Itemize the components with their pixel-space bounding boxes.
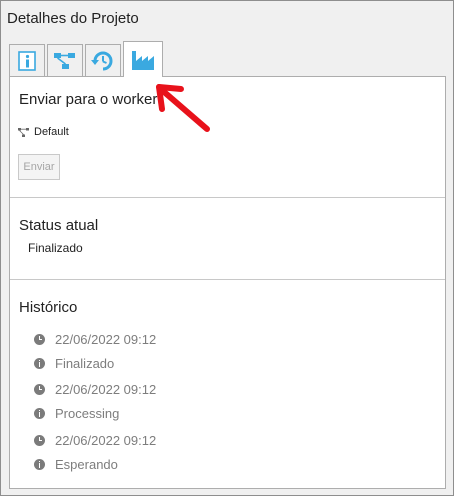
project-details-window: Detalhes do Projeto Enviar para o worker… — [0, 0, 454, 496]
history-icon — [91, 51, 113, 70]
details-panel: Enviar para o worker Default Enviar Stat… — [9, 76, 446, 489]
status-value: Finalizado — [28, 241, 83, 255]
workflow-icon — [18, 127, 29, 137]
history-time-row: 22/06/2022 09:12 — [34, 433, 156, 448]
divider — [10, 197, 445, 198]
history-time-row: 22/06/2022 09:12 — [34, 332, 156, 347]
factory-icon — [132, 50, 154, 70]
history-time: 22/06/2022 09:12 — [55, 332, 157, 347]
send-button[interactable]: Enviar — [18, 154, 60, 180]
history-status: Esperando — [55, 457, 118, 472]
history-status-row: Esperando — [34, 457, 118, 472]
send-section-title: Enviar para o worker — [19, 91, 158, 108]
history-time: 22/06/2022 09:12 — [55, 382, 157, 397]
history-status-row: Processing — [34, 406, 119, 421]
info-circle-icon — [34, 408, 45, 419]
annotation-arrow-icon — [156, 84, 210, 132]
clock-icon — [34, 435, 45, 446]
status-section-title: Status atual — [19, 217, 99, 234]
divider — [10, 279, 445, 280]
worker-name: Default — [34, 126, 69, 138]
history-section-title: Histórico — [19, 299, 78, 316]
window-title: Detalhes do Projeto — [7, 10, 139, 27]
clock-icon — [34, 334, 45, 345]
tab-workflow[interactable] — [47, 44, 83, 76]
info-icon — [18, 50, 36, 71]
tab-factory[interactable] — [123, 41, 163, 77]
clock-icon — [34, 384, 45, 395]
worker-item: Default — [18, 126, 69, 138]
workflow-icon — [54, 52, 75, 69]
tab-info[interactable] — [9, 44, 45, 76]
history-time: 22/06/2022 09:12 — [55, 433, 157, 448]
info-circle-icon — [34, 459, 45, 470]
info-circle-icon — [34, 358, 45, 369]
history-time-row: 22/06/2022 09:12 — [34, 382, 156, 397]
tab-history[interactable] — [85, 44, 121, 76]
history-status-row: Finalizado — [34, 356, 114, 371]
history-status: Finalizado — [55, 356, 115, 371]
history-status: Processing — [55, 406, 120, 421]
